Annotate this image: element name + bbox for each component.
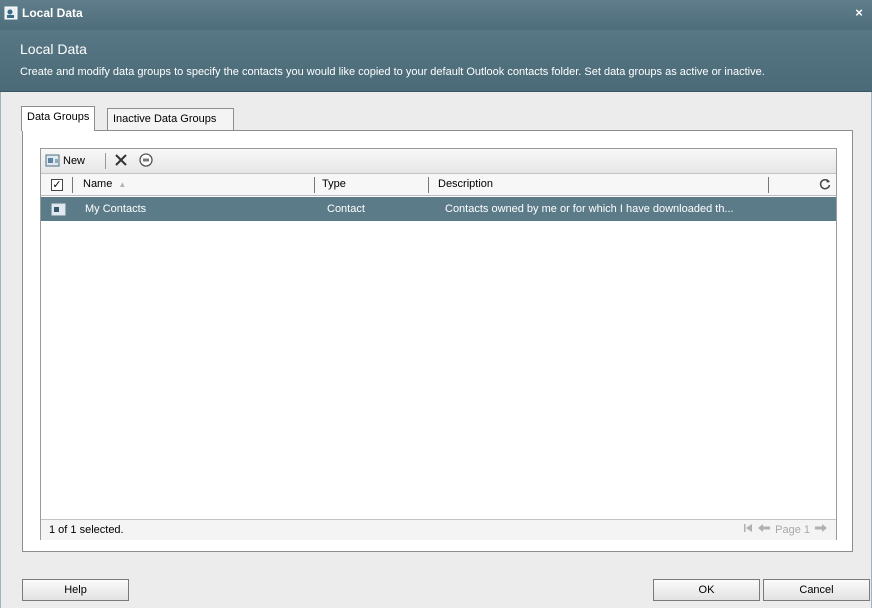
- select-all-checkbox[interactable]: ✓: [51, 179, 63, 191]
- column-separator[interactable]: [314, 177, 315, 193]
- delete-icon: [113, 152, 129, 171]
- deactivate-button[interactable]: [138, 152, 154, 170]
- column-header-row: ✓ Name ▲ Type Description: [41, 174, 836, 196]
- app-icon: [4, 5, 20, 21]
- grid-toolbar: New: [41, 149, 836, 174]
- data-group-icon: [51, 201, 67, 220]
- dialog-title: Local Data: [20, 41, 87, 57]
- next-page-icon[interactable]: [814, 523, 828, 536]
- pager: Page 1: [743, 523, 828, 536]
- column-separator[interactable]: [72, 177, 73, 193]
- page-indicator: Page 1: [775, 523, 810, 536]
- delete-button[interactable]: [113, 152, 129, 170]
- grid-status-bar: 1 of 1 selected. Page 1: [41, 519, 836, 540]
- tab-inactive-data-groups[interactable]: Inactive Data Groups: [107, 108, 234, 130]
- tab-data-groups[interactable]: Data Groups: [21, 106, 96, 131]
- new-button[interactable]: New: [45, 152, 85, 170]
- selection-count: 1 of 1 selected.: [49, 524, 124, 536]
- data-groups-grid: New ✓ Name ▲ Type Description My Contact…: [40, 148, 837, 540]
- row-description: Contacts owned by me or for which I have…: [445, 203, 734, 215]
- new-button-label: New: [63, 155, 86, 167]
- new-record-icon: [45, 152, 61, 171]
- ok-button[interactable]: OK: [653, 579, 760, 601]
- refresh-icon[interactable]: [818, 177, 832, 194]
- title-bar: Local Data ×: [0, 0, 872, 30]
- close-icon[interactable]: ×: [850, 4, 868, 22]
- sort-ascending-icon: ▲: [118, 180, 127, 189]
- dialog-footer: Help OK Cancel: [0, 566, 872, 608]
- cancel-button[interactable]: Cancel: [763, 579, 870, 601]
- row-name: My Contacts: [85, 203, 147, 215]
- column-header-description[interactable]: Description: [438, 178, 493, 190]
- tab-panel: New ✓ Name ▲ Type Description My Contact…: [22, 130, 853, 552]
- dialog-description: Create and modify data groups to specify…: [20, 66, 765, 78]
- dialog-body: Data Groups Inactive Data Groups New ✓ N…: [0, 92, 872, 566]
- dialog-header: Local Data Create and modify data groups…: [0, 30, 872, 92]
- table-row[interactable]: My Contacts Contact Contacts owned by me…: [41, 197, 836, 221]
- deactivate-icon: [138, 152, 154, 171]
- column-header-type[interactable]: Type: [322, 178, 346, 190]
- column-header-name-label: Name: [83, 178, 113, 190]
- previous-page-icon[interactable]: [757, 523, 771, 536]
- first-page-icon[interactable]: [743, 523, 753, 536]
- help-button[interactable]: Help: [22, 579, 129, 601]
- window-title: Local Data: [22, 6, 83, 20]
- column-header-name[interactable]: Name ▲: [83, 178, 126, 190]
- row-type: Contact: [327, 203, 365, 215]
- toolbar-separator: [105, 153, 106, 169]
- column-separator[interactable]: [428, 177, 429, 193]
- column-separator[interactable]: [768, 177, 769, 193]
